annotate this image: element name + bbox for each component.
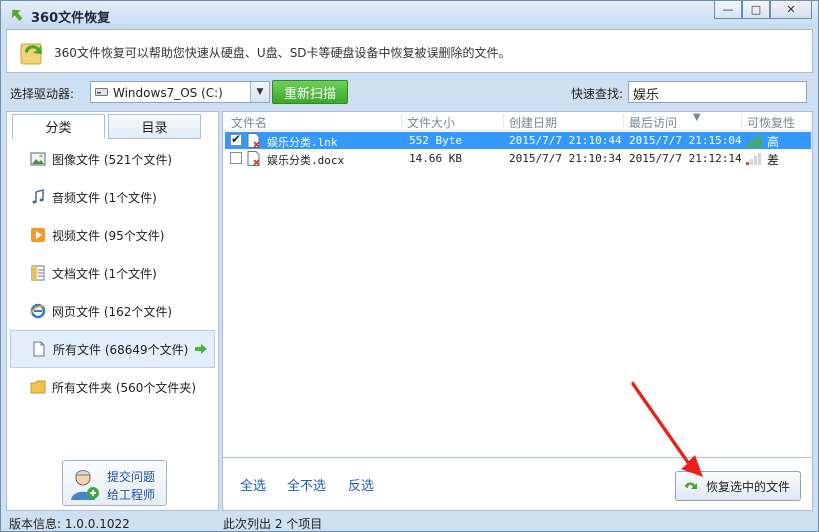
select-none-link[interactable]: 全不选 (287, 475, 326, 494)
cell-recoverability: 高 (767, 135, 780, 149)
app-window: 360文件恢复 — □ ✕ 360文件恢复可以帮助您快速从硬盘、U盘、SD卡等硬… (0, 0, 819, 532)
version-info: 版本信息: 1.0.0.1022 (9, 517, 130, 531)
file-list: 文件名 文件大小 创建日期 最后访问 ▼ 可恢复性 娱乐分类.lnk 552 B… (223, 112, 812, 458)
engineer-line1: 提交问题 (107, 470, 156, 484)
cell-accessed: 2015/7/7 21:12:14 (629, 152, 742, 165)
video-icon (31, 228, 45, 242)
category-label: 视频文件 (95个文件) (52, 228, 165, 243)
docx-file-icon (247, 151, 260, 166)
search-label: 快速查找: (571, 87, 624, 101)
category-label: 所有文件 (68649个文件) (53, 342, 189, 357)
category-label: 音频文件 (1个文件) (52, 190, 157, 205)
category-document[interactable]: 文档文件 (1个文件) (10, 254, 215, 292)
column-header-recoverability[interactable]: 可恢复性 (747, 114, 795, 131)
file-panel: 文件名 文件大小 创建日期 最后访问 ▼ 可恢复性 娱乐分类.lnk 552 B… (222, 111, 813, 511)
chevron-down-icon[interactable]: ▼ (250, 82, 269, 102)
cell-accessed: 2015/7/7 21:15:04 (629, 134, 742, 147)
file-icon (33, 341, 45, 357)
table-header: 文件名 文件大小 创建日期 最后访问 ▼ 可恢复性 (223, 112, 812, 131)
status-bar: 版本信息: 1.0.0.1022 此次列出 2 个项目 (1, 513, 818, 532)
item-count: 此次列出 2 个项目 (223, 517, 323, 531)
category-list: 图像文件 (521个文件) 音频文件 (1个文件) 视频文件 (95个文件) 文… (10, 140, 215, 406)
window-title: 360文件恢复 (31, 11, 111, 26)
cell-recoverability: 差 (767, 153, 780, 167)
cell-created: 2015/7/7 21:10:44 (509, 134, 622, 147)
cell-size: 552 Byte (409, 134, 462, 147)
engineer-icon (71, 470, 99, 500)
recover-icon (685, 482, 697, 489)
left-tabs: 分类 目录 (12, 112, 215, 139)
drive-value: Windows7_OS (C:) (113, 86, 223, 100)
sort-desc-icon: ▼ (693, 112, 701, 123)
signal-high-icon (746, 135, 761, 147)
category-label: 文档文件 (1个文件) (52, 266, 157, 281)
column-header-name[interactable]: 文件名 (231, 114, 267, 131)
table-row[interactable]: 娱乐分类.docx 14.66 KB 2015/7/7 21:10:34 201… (225, 150, 811, 167)
hard-drive-icon (95, 88, 108, 96)
category-audio[interactable]: 音频文件 (1个文件) (10, 178, 215, 216)
arrow-right-icon (195, 344, 207, 354)
drive-select[interactable]: Windows7_OS (C:) ▼ (90, 81, 270, 103)
document-icon (31, 265, 45, 281)
recover-logo-icon (20, 43, 42, 65)
header-description: 360文件恢复可以帮助您快速从硬盘、U盘、SD卡等硬盘设备中恢复被误删除的文件。 (54, 46, 511, 60)
title-bar[interactable]: 360文件恢复 — □ ✕ (1, 1, 818, 29)
row-checkbox[interactable] (230, 152, 242, 164)
music-icon (32, 189, 44, 204)
action-bar: 全选 全不选 反选 恢复选中的文件 (223, 459, 812, 510)
engineer-line2: 给工程师 (107, 488, 156, 502)
submit-to-engineer-button[interactable]: 提交问题 给工程师 (62, 460, 167, 506)
column-header-size[interactable]: 文件大小 (407, 114, 455, 131)
maximize-button[interactable]: □ (742, 1, 770, 19)
signal-low-icon (746, 153, 761, 165)
recover-label: 恢复选中的文件 (706, 479, 791, 494)
app-logo-icon (11, 9, 23, 21)
category-video[interactable]: 视频文件 (95个文件) (10, 216, 215, 254)
category-all-folders[interactable]: 所有文件夹 (560个文件夹) (10, 368, 215, 406)
image-icon (30, 152, 46, 166)
tab-directory[interactable]: 目录 (108, 114, 201, 139)
category-image[interactable]: 图像文件 (521个文件) (10, 140, 215, 178)
category-panel: 分类 目录 图像文件 (521个文件) 音频文件 (1个文件) 视频文件 (95… (6, 111, 219, 511)
column-header-accessed[interactable]: 最后访问 (629, 114, 677, 131)
cell-size: 14.66 KB (409, 152, 462, 165)
category-label: 网页文件 (162个文件) (52, 304, 173, 319)
category-label: 图像文件 (521个文件) (52, 152, 173, 167)
toolbar: 选择驱动器: Windows7_OS (C:) ▼ 重新扫描 快速查找: 娱乐 (6, 77, 813, 109)
select-all-link[interactable]: 全选 (240, 475, 266, 494)
minimize-button[interactable]: — (714, 1, 742, 19)
recover-selected-button[interactable]: 恢复选中的文件 (675, 471, 801, 501)
table-row[interactable]: 娱乐分类.lnk 552 Byte 2015/7/7 21:10:44 2015… (225, 132, 811, 149)
drive-label: 选择驱动器: (10, 87, 75, 101)
cell-name: 娱乐分类.lnk (267, 136, 338, 149)
tab-category[interactable]: 分类 (12, 114, 105, 139)
cell-name: 娱乐分类.docx (267, 154, 345, 167)
category-web[interactable]: 网页文件 (162个文件) (10, 292, 215, 330)
invert-selection-link[interactable]: 反选 (348, 475, 374, 494)
folder-icon (30, 380, 46, 394)
category-label: 所有文件夹 (560个文件夹) (52, 380, 197, 395)
info-header: 360文件恢复可以帮助您快速从硬盘、U盘、SD卡等硬盘设备中恢复被误删除的文件。 (6, 29, 813, 73)
search-input[interactable]: 娱乐 (628, 81, 807, 103)
cell-created: 2015/7/7 21:10:34 (509, 152, 622, 165)
ie-icon (30, 303, 46, 319)
row-checkbox[interactable] (230, 132, 242, 146)
shortcut-file-icon (247, 133, 260, 148)
rescan-button[interactable]: 重新扫描 (272, 80, 348, 104)
column-header-created[interactable]: 创建日期 (509, 114, 557, 131)
category-all-files[interactable]: 所有文件 (68649个文件) (10, 330, 215, 368)
close-button[interactable]: ✕ (770, 1, 812, 19)
